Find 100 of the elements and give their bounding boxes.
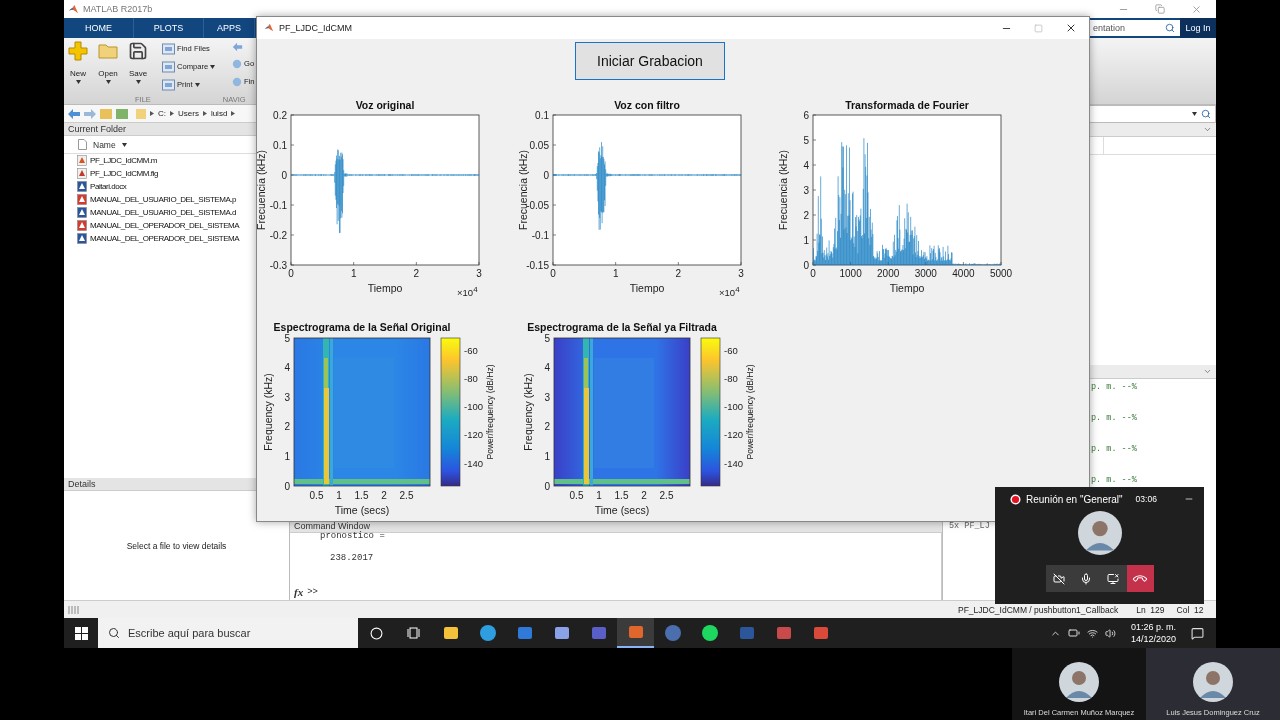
tick-label: 1 [336, 490, 342, 501]
tick-label: 0.2 [273, 109, 287, 121]
axis-label: Time (secs) [334, 504, 390, 516]
axis-label: Frecuencia (kHz) [257, 150, 267, 230]
path-segment[interactable]: C: [158, 109, 166, 118]
tick-label: 3 [476, 268, 482, 279]
circle-icon[interactable] [370, 626, 383, 640]
history-entry[interactable]: p. m. --% [1091, 474, 1137, 485]
ribbon-button[interactable]: New [66, 41, 90, 95]
back-icon[interactable] [68, 108, 80, 119]
windows-icon[interactable] [74, 626, 88, 640]
task-view-icon[interactable] [407, 627, 420, 639]
tick-label: 1 [544, 450, 550, 462]
caret-icon [135, 80, 141, 84]
microphone-icon [1080, 572, 1092, 585]
command-prompt: >> [307, 587, 318, 597]
path-segment[interactable]: Users [178, 109, 199, 118]
tick-label: 2 [803, 209, 809, 221]
tick-label: 0.1 [535, 109, 550, 121]
ribbon-button[interactable]: Save [126, 41, 150, 95]
record-button[interactable]: Iniciar Grabacion [575, 42, 725, 80]
circle-icon[interactable] [701, 625, 718, 641]
file-name[interactable]: MANUAL_DEL_USUARIO_DEL_SISTEMA.d [90, 208, 237, 217]
battery-icon[interactable] [1067, 627, 1080, 639]
file-name[interactable]: MANUAL_DEL_USUARIO_DEL_SISTEMA.p [90, 195, 237, 204]
tick-label: 3 [803, 184, 809, 196]
history-entry[interactable]: p. m. --% [1091, 381, 1137, 392]
tick-label: 1 [350, 268, 357, 279]
tick-label: 4 [803, 159, 809, 171]
path-segment[interactable]: luisd [210, 109, 228, 118]
app-icon[interactable] [553, 625, 570, 641]
tick-label: 0.1 [273, 139, 287, 151]
app-icon[interactable] [590, 625, 607, 641]
tick-label: 5 [803, 134, 809, 146]
app-icon[interactable] [775, 625, 792, 641]
file-icon [77, 220, 87, 231]
tick-label: -0.05 [526, 199, 550, 211]
app-icon[interactable] [812, 625, 829, 641]
close-icon[interactable] [1065, 22, 1077, 34]
hang-up-button[interactable] [1126, 565, 1154, 592]
tick-label: 1 [284, 450, 290, 462]
history-entry[interactable]: 5x PF_LJ [949, 521, 990, 531]
tick-label: 4000 [952, 268, 975, 279]
axis-label: Tiempo [889, 282, 925, 294]
tick-label: 3 [738, 268, 745, 279]
file-name[interactable]: PF_LJDC_IdCMM.fig [90, 169, 158, 178]
volume-icon[interactable] [1104, 627, 1116, 639]
axis-label: Frequency (kHz) [522, 373, 534, 451]
avatar [1193, 662, 1233, 702]
wifi-icon[interactable] [1086, 627, 1098, 639]
tick-label: -140 [464, 457, 483, 469]
file-icon [77, 168, 87, 179]
plot-title: Transformada de Fourier [844, 99, 969, 111]
history-entry[interactable]: p. m. --% [1091, 443, 1137, 454]
meeting-title: Reunión en "General" [1026, 493, 1123, 505]
history-entry[interactable]: p. m. --% [1091, 412, 1137, 423]
record-icon [1010, 493, 1021, 505]
status-text: Col 12 [1176, 604, 1204, 615]
notification-icon[interactable] [1191, 626, 1204, 640]
tick-label: -60 [724, 344, 738, 356]
logo-icon [264, 23, 274, 33]
details-message: Select a file to view details [126, 540, 227, 551]
expand-icon[interactable] [1203, 367, 1212, 376]
axis-label: Tiempo [367, 282, 403, 294]
app-icon[interactable] [516, 625, 533, 641]
caret-icon [105, 80, 111, 84]
tick-label: -140 [724, 457, 743, 469]
axis-label: Frecuencia (kHz) [777, 150, 789, 230]
search-field[interactable]: entation [1090, 20, 1160, 36]
tick-label: 2000 [876, 268, 900, 279]
expand-icon[interactable] [1203, 125, 1212, 134]
plot-title: Espectrograma de la Señal Original [273, 321, 451, 333]
app-icon[interactable] [664, 625, 681, 641]
app-icon[interactable] [627, 624, 644, 640]
tick-label: -80 [724, 372, 738, 384]
tick-label: 0 [809, 268, 816, 279]
tick-label: 2 [641, 490, 647, 501]
tick-label: 0.05 [529, 139, 550, 151]
file-name[interactable]: MANUAL_DEL_OPERADOR_DEL_SISTEMA [90, 234, 240, 243]
tick-label: 5000 [989, 268, 1012, 279]
separator-icon [202, 111, 207, 116]
login-button[interactable]: Log In [1180, 18, 1216, 38]
file-name[interactable]: Paitari.docx [90, 182, 127, 191]
plot-title: Espectrograma de la Señal ya Filtrada [527, 321, 717, 333]
tick-label: 0 [281, 169, 287, 181]
app-icon[interactable] [479, 625, 496, 641]
function-icon[interactable]: fx [294, 586, 304, 598]
ribbon-button[interactable]: Open [96, 41, 120, 95]
file-name[interactable]: MANUAL_DEL_OPERADOR_DEL_SISTEMA [90, 221, 240, 230]
taskbar-search-field[interactable]: Escribe aquí para buscar [98, 618, 358, 648]
file-name[interactable]: PF_LJDC_IdCMM.m [90, 156, 158, 165]
avatar [1077, 511, 1122, 555]
clock[interactable]: 01:26 p. m. 14/12/2020 [1130, 621, 1176, 645]
tick-label: 2 [675, 268, 682, 279]
video-off-icon [1053, 572, 1065, 585]
axis-label: Frequency (kHz) [262, 373, 274, 451]
status-text: Ln 129 [1136, 604, 1165, 615]
tick-label: 2 [381, 490, 387, 501]
tick-label: -0.1 [269, 199, 287, 211]
column-header[interactable]: Name [93, 139, 116, 150]
